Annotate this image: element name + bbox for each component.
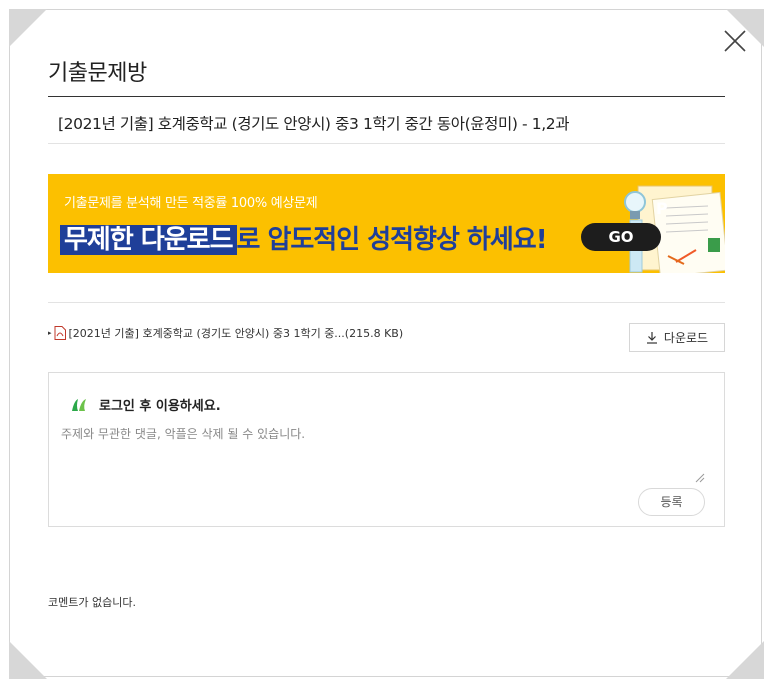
resize-handle-icon[interactable]: [695, 473, 705, 483]
svg-text:P: P: [656, 199, 668, 218]
close-icon: [724, 30, 746, 52]
download-label: 다운로드: [663, 331, 709, 345]
banner-divider: [48, 302, 725, 303]
promo-banner[interactable]: 기출문제를 분석해 만든 적중률 100% 예상문제 무제한 다운로드 로 압도적…: [48, 174, 725, 273]
title-divider: [48, 96, 725, 97]
submit-comment-button[interactable]: 등록: [638, 488, 705, 516]
pdf-icon: [54, 326, 66, 340]
login-prompt-row[interactable]: 로그인 후 이용하세요.: [71, 395, 221, 414]
close-button[interactable]: [722, 28, 748, 54]
post-subject: [2021년 기출] 호계중학교 (경기도 안양시) 중3 1학기 중간 동아(…: [58, 115, 570, 133]
banner-headline-rest: 로 압도적인 성적향상 하세요!: [236, 225, 548, 255]
bullet-icon: ▸: [48, 329, 52, 337]
attachment-filename[interactable]: [2021년 기출] 호계중학교 (경기도 안양시) 중3 1학기 중...(2…: [69, 325, 404, 341]
corner-decoration: [9, 9, 47, 47]
banner-highlight: 무제한 다운로드: [60, 225, 237, 255]
page-title: 기출문제방: [48, 61, 147, 86]
banner-go-button[interactable]: GO: [581, 223, 661, 251]
empty-comments-text: 코멘트가 없습니다.: [48, 596, 136, 609]
login-prompt: 로그인 후 이용하세요.: [99, 399, 221, 414]
corner-decoration: [726, 641, 764, 679]
comment-input[interactable]: 주제와 무관한 댓글, 악플은 삭제 될 수 있습니다.: [61, 425, 305, 442]
subject-divider: [48, 143, 725, 144]
download-button[interactable]: 다운로드: [629, 323, 725, 352]
attachment-row: ▸ [2021년 기출] 호계중학교 (경기도 안양시) 중3 1학기 중...…: [48, 325, 403, 341]
download-icon: [646, 332, 657, 344]
comment-form: 로그인 후 이용하세요. 주제와 무관한 댓글, 악플은 삭제 될 수 있습니다…: [48, 372, 725, 527]
brand-logo-icon: [72, 398, 86, 411]
corner-decoration: [9, 641, 47, 679]
banner-headline: 무제한 다운로드 로 압도적인 성적향상 하세요!: [60, 219, 548, 256]
banner-subtitle: 기출문제를 분석해 만든 적중률 100% 예상문제: [64, 196, 318, 211]
